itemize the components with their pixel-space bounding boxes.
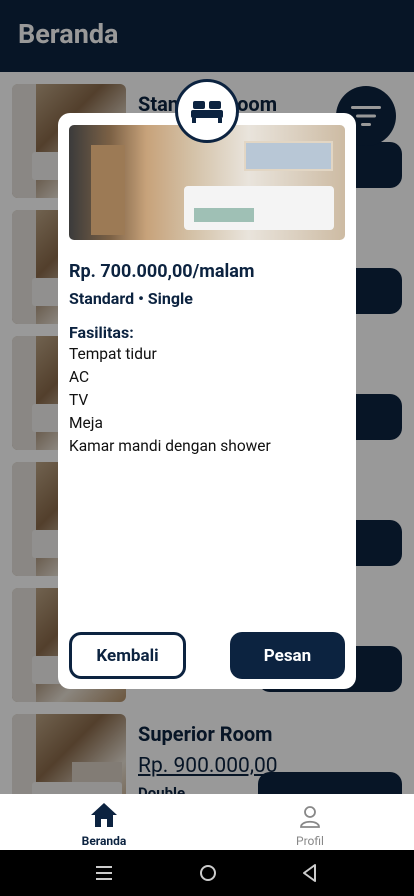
nav-home[interactable]: Beranda [44, 800, 164, 850]
home-system-icon[interactable] [197, 862, 219, 884]
room-detail-dialog: Rp. 700.000,00/malam Standard • Single F… [58, 113, 356, 689]
bottom-nav: Beranda Profil [0, 794, 414, 850]
facilities-list: Tempat tidur AC TV Meja Kamar mandi deng… [69, 343, 271, 458]
room-price: Rp. 700.000,00/malam [69, 261, 255, 282]
bed-icon [191, 101, 223, 123]
facility-item: Kamar mandi dengan shower [69, 437, 271, 455]
nav-profile[interactable]: Profil [250, 800, 370, 850]
person-icon [300, 806, 320, 828]
facility-item: TV [69, 391, 89, 409]
back-button[interactable]: Kembali [69, 632, 186, 679]
system-nav-bar [0, 850, 414, 896]
facility-item: AC [69, 368, 90, 386]
facility-item: Meja [69, 414, 103, 432]
home-icon [91, 803, 117, 827]
room-type: Standard • Single [69, 289, 193, 308]
facilities-title: Fasilitas: [69, 323, 134, 342]
nav-home-label: Beranda [81, 834, 127, 848]
order-button[interactable]: Pesan [230, 632, 345, 679]
back-system-icon[interactable] [300, 862, 320, 884]
facility-item: Tempat tidur [69, 345, 157, 363]
recent-apps-icon[interactable] [94, 862, 114, 884]
nav-profile-label: Profil [296, 834, 324, 848]
room-type-badge [175, 79, 239, 143]
